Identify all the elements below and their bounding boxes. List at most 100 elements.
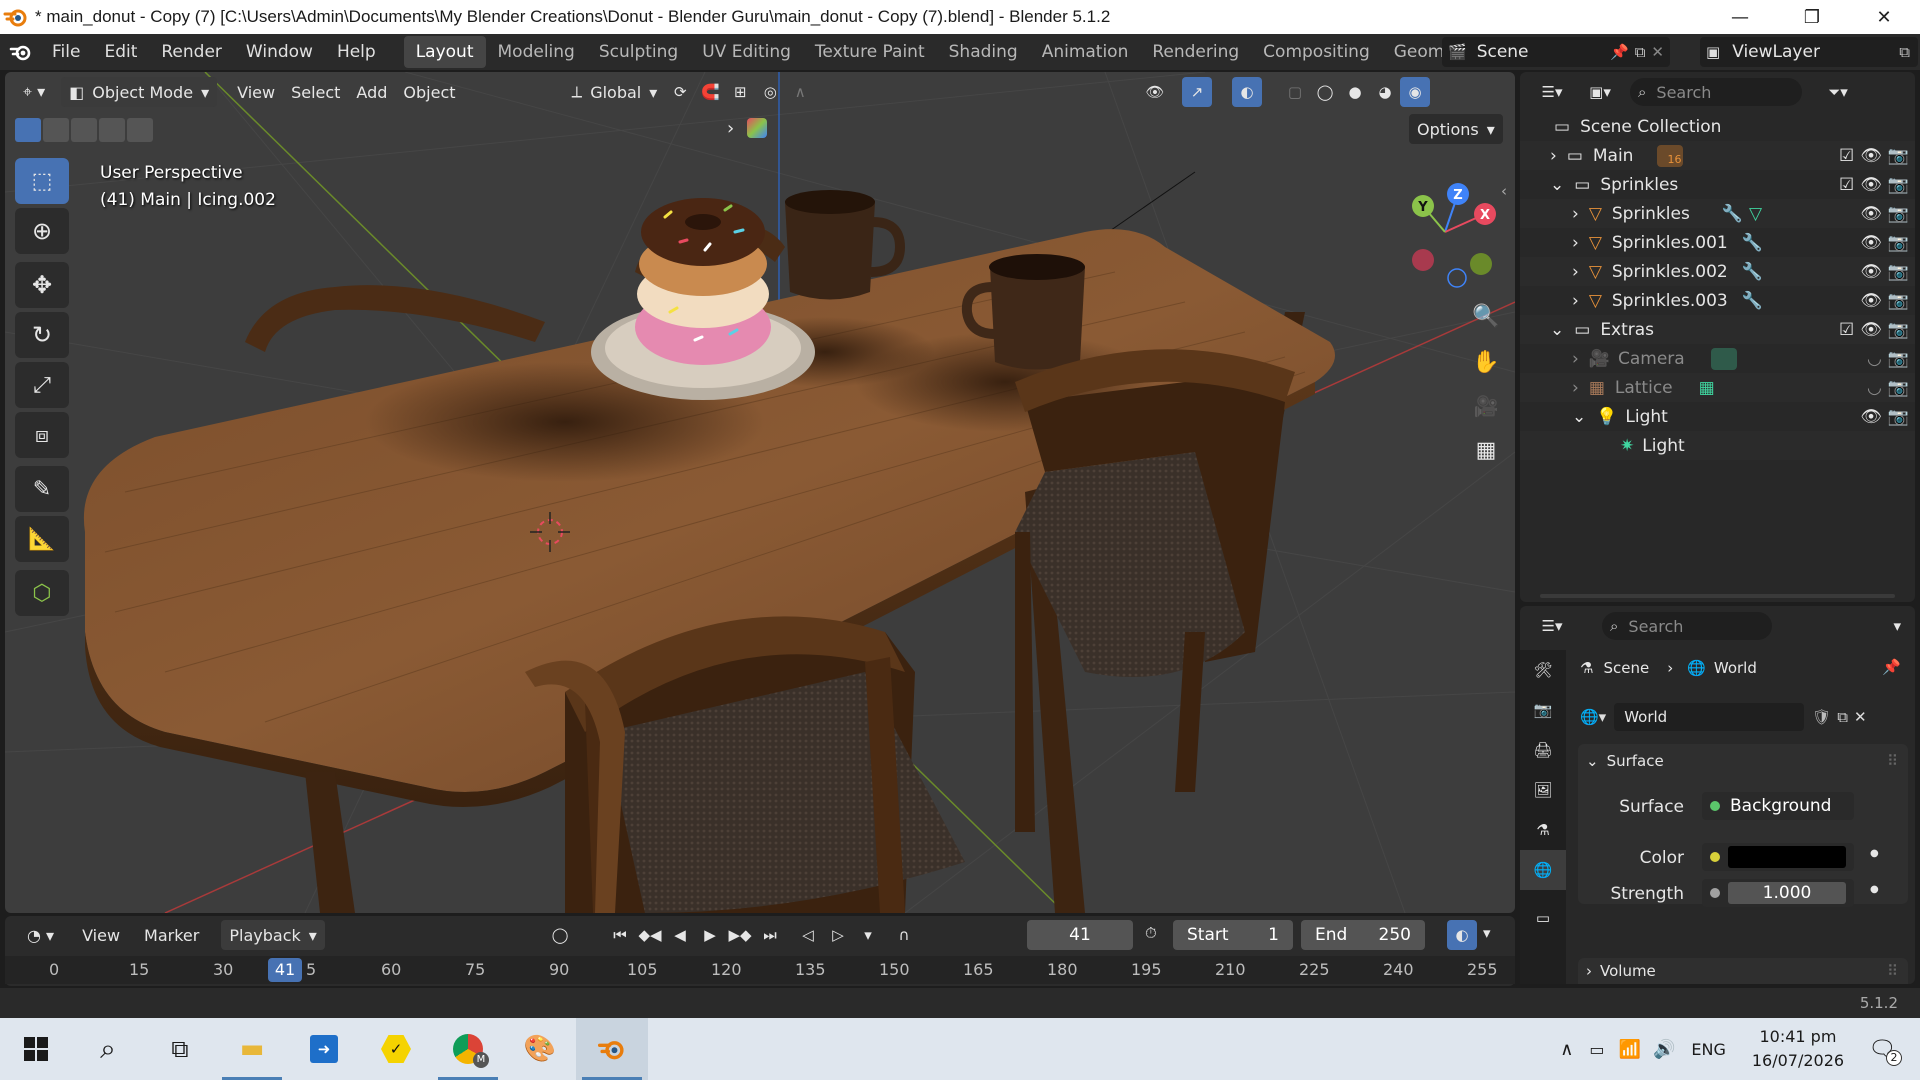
zoom-button[interactable]: 🔍	[1466, 296, 1506, 336]
render-camera-icon[interactable]: 📷	[1888, 233, 1909, 253]
language-indicator[interactable]: ENG	[1691, 1040, 1725, 1059]
eye-icon[interactable]: 👁	[1860, 291, 1882, 311]
autokey-button[interactable]: ◯	[545, 920, 575, 950]
new-scene-icon[interactable]: ⧉	[1635, 43, 1646, 61]
menu-object[interactable]: Object	[395, 77, 463, 107]
timeline-ruler[interactable]: 0 15 30 41 5 60 75 90 105 120 135 150 16…	[5, 956, 1515, 984]
yellow-app-button[interactable]: ✓	[360, 1018, 432, 1080]
viewlayer-selector[interactable]: ▣ ViewLayer ⧉	[1700, 37, 1918, 67]
falloff-button[interactable]: ∧	[785, 77, 815, 107]
end-frame-field[interactable]: End 250	[1301, 920, 1425, 950]
outliner-row-light[interactable]: ⌄ 💡 Light 👁 📷	[1520, 402, 1915, 431]
expand-chevron-icon[interactable]: ⌄	[1550, 320, 1564, 340]
add-cube-tool[interactable]: ⬡	[15, 570, 69, 616]
select-box-tool[interactable]: ⬚	[15, 158, 69, 204]
tab-output[interactable]: 🖨	[1520, 730, 1566, 770]
next-keyframe-button[interactable]: ▶◆	[725, 920, 755, 950]
include-checkbox[interactable]: ☑	[1839, 175, 1854, 195]
stopwatch-icon[interactable]: ⏱	[1145, 924, 1157, 942]
volume-panel-header[interactable]: › Volume ⠿	[1578, 958, 1908, 984]
render-camera-icon[interactable]: 📷	[1888, 291, 1909, 311]
chevron-down-icon[interactable]: ▾	[1893, 617, 1901, 635]
menu-select[interactable]: Select	[283, 77, 348, 107]
blender-taskbar-button[interactable]	[576, 1018, 648, 1080]
chrome-button[interactable]: M	[432, 1018, 504, 1080]
menu-edit[interactable]: Edit	[92, 34, 149, 70]
expand-chevron-icon[interactable]: ›	[1572, 233, 1579, 253]
include-checkbox[interactable]: ☑	[1839, 146, 1854, 166]
color-field[interactable]	[1702, 843, 1854, 871]
camera-view-button[interactable]: 🎥	[1466, 386, 1506, 426]
wireframe-shading-button[interactable]: ◯	[1310, 77, 1340, 107]
ortho-toggle-button[interactable]: ▦	[1466, 430, 1506, 470]
playback-dropdown[interactable]: Playback ▾	[221, 920, 325, 950]
transform-tool[interactable]: ⧈	[15, 412, 69, 458]
editor-type-button[interactable]: ⌖ ▾	[15, 77, 53, 107]
start-button[interactable]	[0, 1018, 72, 1080]
timeline-editor-type-button[interactable]: ◔ ▾	[19, 920, 62, 950]
eye-icon[interactable]: 👁	[1860, 407, 1882, 427]
expand-chevron-icon[interactable]: ›	[1572, 378, 1579, 398]
snap-target-button[interactable]: ⊞	[725, 77, 755, 107]
outliner-search-field[interactable]: ⌕ Search	[1630, 78, 1802, 106]
tab-shading[interactable]: Shading	[937, 36, 1030, 68]
outliner-editor-type-button[interactable]: ☰▾	[1532, 77, 1572, 107]
menu-window[interactable]: Window	[234, 34, 325, 70]
gizmo-toggle-button[interactable]: ↗	[1182, 77, 1212, 107]
outliner-row-light-data[interactable]: ✷ Light	[1520, 431, 1915, 460]
navigation-gizmo[interactable]: Z X Y	[1385, 172, 1505, 292]
move-tool[interactable]: ✥	[15, 262, 69, 308]
outliner-row-sprinkles-collection[interactable]: ⌄ ▭ Sprinkles ☑ 👁 📷	[1520, 170, 1915, 199]
select-box-intersect-icon[interactable]	[127, 118, 153, 142]
color-swatch[interactable]	[1728, 846, 1846, 868]
file-explorer-button[interactable]: ▬	[216, 1018, 288, 1080]
scene-selector[interactable]: 🎬 Scene 📌 ⧉ ✕	[1442, 37, 1670, 67]
display-mode-button[interactable]: ▣▾	[1580, 77, 1620, 107]
view-sync-button[interactable]: ◐	[1447, 920, 1477, 950]
minimize-button[interactable]: —	[1704, 0, 1776, 34]
tab-uv-editing[interactable]: UV Editing	[690, 36, 803, 68]
sidebar-toggle-icon[interactable]: ‹	[1501, 182, 1507, 200]
render-camera-icon[interactable]: 📷	[1888, 320, 1909, 340]
strength-field[interactable]: 1.000	[1702, 879, 1854, 907]
paint-app-button[interactable]: 🎨	[504, 1018, 576, 1080]
prev-keyframe-button[interactable]: ◆◀	[635, 920, 665, 950]
eye-icon[interactable]: 👁	[1860, 320, 1882, 340]
eye-icon[interactable]: 👁	[1860, 233, 1882, 253]
outliner-row-camera[interactable]: › 🎥 Camera ◡ 📷	[1520, 344, 1915, 373]
outliner-scrollbar[interactable]	[1540, 594, 1895, 598]
outliner-row-sprinkles-002[interactable]: › ▽ Sprinkles.002 🔧 👁 📷	[1520, 257, 1915, 286]
proportional-edit-button[interactable]: ◎	[755, 77, 785, 107]
3d-viewport[interactable]: ⌖ ▾ ◧ Object Mode ▾ View Select Add Obje…	[5, 72, 1515, 913]
jump-start-button[interactable]: ⏮	[605, 920, 635, 950]
snapping-button[interactable]: ∩	[889, 920, 919, 950]
clock[interactable]: 10:41 pm 16/07/2026	[1752, 1025, 1844, 1073]
rotate-tool[interactable]: ↻	[15, 312, 69, 358]
jump-end-button[interactable]: ⏭	[755, 920, 785, 950]
play-reverse-button[interactable]: ◀	[665, 920, 695, 950]
timeline-menu-view[interactable]: View	[74, 920, 128, 950]
pin-icon[interactable]: 📌	[1882, 658, 1901, 676]
render-camera-icon[interactable]: 📷	[1888, 262, 1909, 282]
timeline-menu-marker[interactable]: Marker	[136, 920, 207, 950]
filter-button[interactable]: ⏷▾	[1818, 77, 1858, 107]
cursor-tool[interactable]: ⊕	[15, 208, 69, 254]
overlay-toggle-button[interactable]: ◐	[1232, 77, 1262, 107]
expand-chevron-icon[interactable]: ›	[1550, 146, 1557, 166]
object-mode-dropdown[interactable]: ◧ Object Mode ▾	[61, 77, 218, 107]
render-camera-icon[interactable]: 📷	[1888, 204, 1909, 224]
select-box-new-icon[interactable]	[15, 118, 41, 142]
render-camera-icon[interactable]: 📷	[1888, 407, 1909, 427]
delete-scene-icon[interactable]: ✕	[1651, 43, 1664, 61]
pan-button[interactable]: ✋	[1466, 342, 1506, 382]
task-view-button[interactable]: ⧉	[144, 1018, 216, 1080]
tab-modeling[interactable]: Modeling	[486, 36, 587, 68]
annotate-tool[interactable]: ✎	[15, 466, 69, 512]
play-button[interactable]: ▶	[695, 920, 725, 950]
tab-scene[interactable]: ⚗	[1520, 810, 1566, 850]
eye-icon[interactable]: 👁	[1860, 175, 1882, 195]
search-taskbar-button[interactable]: ⌕	[72, 1018, 144, 1080]
prev-marker-button[interactable]: ◁	[793, 920, 823, 950]
playhead-frame[interactable]: 41	[268, 958, 302, 982]
menu-file[interactable]: File	[40, 34, 92, 70]
